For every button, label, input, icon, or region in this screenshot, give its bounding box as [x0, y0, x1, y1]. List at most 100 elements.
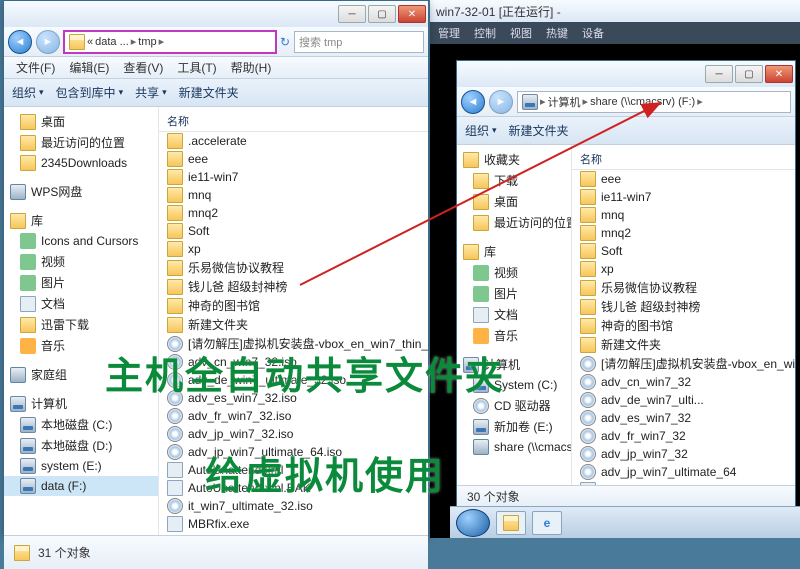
list-item[interactable]: 家庭组	[4, 364, 158, 385]
tree-item[interactable]: 文档	[457, 304, 571, 325]
list-item[interactable]: mnq2	[572, 224, 795, 242]
tree-item[interactable]: 最近访问的位置	[457, 212, 571, 233]
list-item[interactable]: 钱儿爸 超级封神榜	[572, 297, 795, 316]
vm-titlebar[interactable]: win7-32-01 [正在运行] -	[430, 0, 800, 22]
list-item[interactable]: 新建文件夹	[572, 335, 795, 354]
list-item[interactable]: 计算机	[4, 393, 158, 414]
titlebar-right[interactable]: ─ ▢ ✕	[457, 61, 795, 87]
tree-item[interactable]: 桌面	[4, 111, 158, 132]
menu-file[interactable]: 文件(F)	[10, 57, 61, 78]
file-list-left[interactable]: 名称 .accelerateeeeie11-win7mnqmnq2Softxp乐…	[159, 107, 428, 535]
list-item[interactable]: 计算机	[457, 354, 571, 375]
list-item[interactable]: adv_jp_win7_ultimate_64	[572, 463, 795, 481]
list-item[interactable]: [请勿解压]虚拟机安装盘-vbox_en_win7_...	[572, 354, 795, 373]
list-item[interactable]: 库	[457, 241, 571, 262]
search-input[interactable]: 搜索 tmp	[294, 31, 424, 53]
tree-item[interactable]: 图片	[4, 272, 158, 293]
list-item[interactable]: 收藏夹	[457, 149, 571, 170]
list-item[interactable]: 乐易微信协议教程	[159, 258, 428, 277]
list-item[interactable]: mnq	[572, 206, 795, 224]
breadcrumb-seg-0[interactable]: «	[87, 36, 93, 48]
list-item[interactable]: 乐易微信协议教程	[572, 278, 795, 297]
tree-item[interactable]: 下载	[457, 170, 571, 191]
vm-menu-control[interactable]: 控制	[474, 25, 496, 41]
cmd-newfolder[interactable]: 新建文件夹	[179, 84, 239, 101]
tree-item[interactable]: share (\\cmacsrv	[457, 437, 571, 457]
cmd-share[interactable]: 共享	[135, 84, 167, 101]
list-item[interactable]: 神奇的图书馆	[572, 316, 795, 335]
list-item[interactable]: MBRfix.exe	[159, 515, 428, 533]
cmd-include[interactable]: 包含到库中	[56, 84, 124, 101]
list-item[interactable]: adv_cn_win7_32.iso	[159, 353, 428, 371]
breadcrumb-share[interactable]: share (\\cmacsrv) (F:)	[590, 96, 695, 108]
tree-item[interactable]: 新加卷 (E:)	[457, 416, 571, 437]
cmd-organize[interactable]: 组织	[465, 122, 497, 139]
cmd-organize[interactable]: 组织	[12, 84, 44, 101]
tree-item[interactable]: 视频	[457, 262, 571, 283]
col-name[interactable]: 名称	[167, 113, 189, 129]
list-item[interactable]: AutoUnattend.xml	[159, 461, 428, 479]
list-item[interactable]: WPS网盘	[4, 181, 158, 202]
list-item[interactable]: adv_fr_win7_32.iso	[159, 407, 428, 425]
tree-item[interactable]: 迅雷下载	[4, 314, 158, 335]
list-item[interactable]: adv_jp_win7_ultimate_64.iso	[159, 443, 428, 461]
vm-menubar[interactable]: 管理 控制 视图 热键 设备	[430, 22, 800, 44]
tree-item[interactable]: 图片	[457, 283, 571, 304]
list-item[interactable]: adv_de_win7_ultimate_32.iso	[159, 371, 428, 389]
tree-item[interactable]: 音乐	[457, 325, 571, 346]
list-item[interactable]: adv_jp_win7_32.iso	[159, 425, 428, 443]
list-item[interactable]: it_win7_ultimate_32.iso	[159, 497, 428, 515]
cmd-newfolder[interactable]: 新建文件夹	[509, 122, 569, 139]
forward-button[interactable]: ►	[489, 90, 513, 114]
list-item[interactable]: 库	[4, 210, 158, 231]
list-item[interactable]: adv_fr_win7_32	[572, 427, 795, 445]
back-button[interactable]: ◄	[461, 90, 485, 114]
tree-item[interactable]: 本地磁盘 (C:)	[4, 414, 158, 435]
breadcrumb-right[interactable]: ▸ 计算机 ▸ share (\\cmacsrv) (F:) ▸	[517, 91, 791, 113]
maximize-button[interactable]: ▢	[368, 5, 396, 23]
taskbar-ie-icon[interactable]: e	[532, 511, 562, 535]
list-item[interactable]: 神奇的图书馆	[159, 296, 428, 315]
breadcrumb-seg-2[interactable]: tmp	[138, 36, 156, 48]
close-button[interactable]: ✕	[398, 5, 426, 23]
list-item[interactable]: eee	[159, 150, 428, 168]
tree-item[interactable]: 视频	[4, 251, 158, 272]
list-item[interactable]: ie11-win7	[159, 168, 428, 186]
vm-menu-manage[interactable]: 管理	[438, 25, 460, 41]
menu-view[interactable]: 查看(V)	[117, 57, 169, 78]
breadcrumb-left[interactable]: « data ... ▸ tmp ▸	[64, 31, 276, 53]
close-button[interactable]: ✕	[765, 65, 793, 83]
list-item[interactable]: adv_de_win7_ulti...	[572, 391, 795, 409]
tree-item[interactable]: 2345Downloads	[4, 153, 158, 173]
list-item[interactable]: adv_jp_win7_32	[572, 445, 795, 463]
list-item[interactable]: .accelerate	[159, 132, 428, 150]
list-item[interactable]: Soft	[159, 222, 428, 240]
back-button[interactable]: ◄	[8, 30, 32, 54]
vm-menu-device[interactable]: 设备	[582, 25, 604, 41]
list-item[interactable]: AutoUnattend	[572, 481, 795, 485]
titlebar-left[interactable]: ─ ▢ ✕	[4, 1, 428, 27]
maximize-button[interactable]: ▢	[735, 65, 763, 83]
list-item[interactable]: adv_es_win7_32.iso	[159, 389, 428, 407]
list-item[interactable]: Soft	[572, 242, 795, 260]
list-item[interactable]: AutoUnattend.xml.BAK	[159, 479, 428, 497]
col-name[interactable]: 名称	[580, 151, 602, 167]
list-item[interactable]: 新建文件夹	[159, 315, 428, 334]
start-button[interactable]	[456, 509, 490, 537]
vm-menu-hotkey[interactable]: 热键	[546, 25, 568, 41]
forward-button[interactable]: ►	[36, 30, 60, 54]
list-item[interactable]: xp	[159, 240, 428, 258]
tree-item[interactable]: 最近访问的位置	[4, 132, 158, 153]
tree-item[interactable]: 文档	[4, 293, 158, 314]
minimize-button[interactable]: ─	[705, 65, 733, 83]
breadcrumb-seg-1[interactable]: data ...	[95, 36, 129, 48]
list-item[interactable]: 钱儿爸 超级封神榜	[159, 277, 428, 296]
nav-tree-right[interactable]: 收藏夹下载桌面最近访问的位置库视频图片文档音乐计算机System (C:)CD …	[457, 145, 572, 485]
list-item[interactable]: ie11-win7	[572, 188, 795, 206]
menu-edit[interactable]: 编辑(E)	[63, 57, 115, 78]
list-item[interactable]: adv_es_win7_32	[572, 409, 795, 427]
minimize-button[interactable]: ─	[338, 5, 366, 23]
menu-help[interactable]: 帮助(H)	[225, 57, 278, 78]
list-item[interactable]: mnq2	[159, 204, 428, 222]
nav-tree-left[interactable]: 桌面最近访问的位置2345DownloadsWPS网盘库Icons and Cu…	[4, 107, 159, 535]
